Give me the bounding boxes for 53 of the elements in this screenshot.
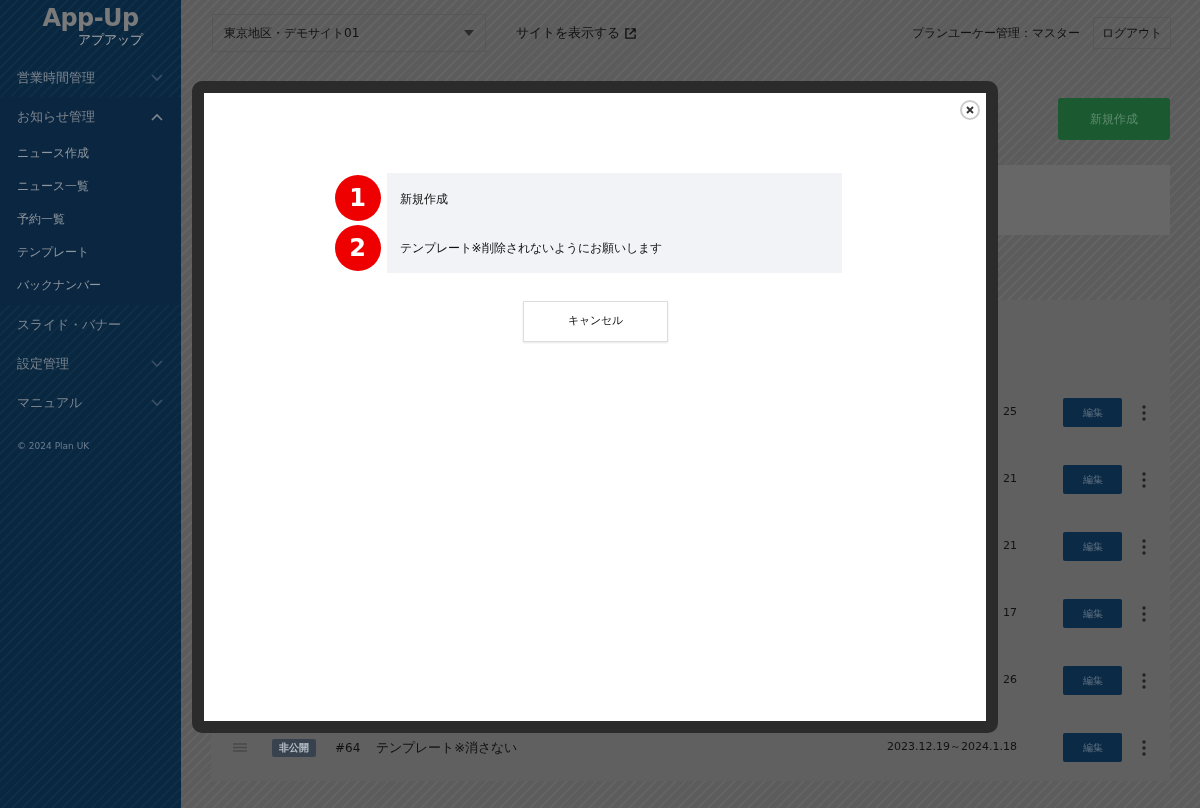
copyright: © 2024 Plan UK: [16, 440, 91, 454]
sidebar-item[interactable]: 営業時間管理: [0, 58, 181, 98]
caret-icon: [464, 30, 474, 36]
news-title: テンプレート※消さない: [376, 738, 518, 757]
date-range: 21: [1003, 471, 1017, 488]
logo-reading: アプアップ: [78, 32, 143, 49]
number-badge: 2: [334, 225, 381, 271]
date-range: 2023.12.19～2024.1.18: [887, 739, 1017, 756]
status-badge: 非公開: [272, 738, 316, 757]
sidebar-item[interactable]: お知らせ管理: [0, 97, 181, 137]
more-icon[interactable]: [1142, 672, 1146, 689]
more-icon[interactable]: [1142, 471, 1146, 488]
external-link-icon: [625, 27, 636, 39]
number-badge: 1: [334, 175, 381, 221]
cancel-button[interactable]: キャンセル: [522, 301, 668, 342]
sidebar-item[interactable]: マニュアル: [0, 383, 181, 423]
edit-button[interactable]: 編集: [1063, 398, 1122, 427]
news-number: #64: [335, 739, 361, 757]
close-button[interactable]: [960, 100, 980, 120]
date-range: 25: [1003, 404, 1017, 421]
sidebar-subitem[interactable]: ニュース一覧: [0, 169, 181, 203]
option-item[interactable]: 新規作成: [386, 173, 842, 223]
site-select[interactable]: 東京地区・デモサイト01: [212, 14, 486, 52]
edit-button[interactable]: 編集: [1063, 532, 1122, 561]
sidebar-subitem[interactable]: テンプレート: [0, 235, 181, 269]
edit-button[interactable]: 編集: [1063, 465, 1122, 494]
more-icon[interactable]: [1142, 739, 1146, 756]
chevron-down-icon: [151, 73, 163, 82]
more-icon[interactable]: [1142, 404, 1146, 421]
sidebar-item[interactable]: スライド・バナー: [0, 305, 181, 345]
chevron-down-icon: [151, 359, 163, 368]
sidebar-subitem[interactable]: ニュース作成: [0, 136, 181, 170]
sidebar-subitem[interactable]: バックナンバー: [0, 268, 181, 302]
edit-button[interactable]: 編集: [1063, 733, 1122, 762]
option-item[interactable]: テンプレート※削除されないようにお願いします: [386, 223, 842, 273]
date-range: 26: [1003, 672, 1017, 689]
more-icon[interactable]: [1142, 538, 1146, 555]
edit-button[interactable]: 編集: [1063, 666, 1122, 695]
edit-button[interactable]: 編集: [1063, 599, 1122, 628]
date-range: 21: [1003, 538, 1017, 555]
sidebar-subitem[interactable]: 予約一覧: [0, 202, 181, 236]
logout-button[interactable]: ログアウト: [1093, 17, 1171, 49]
new-button[interactable]: 新規作成: [1058, 98, 1170, 140]
more-icon[interactable]: [1142, 605, 1146, 622]
date-range: 17: [1003, 605, 1017, 622]
chevron-up-icon: [151, 112, 163, 121]
sidebar-item[interactable]: 設定管理: [0, 344, 181, 384]
chevron-down-icon: [151, 398, 163, 407]
user-label: プランユーケー管理：マスター: [912, 25, 1080, 42]
close-icon: [966, 106, 974, 114]
drag-handle-icon[interactable]: [233, 743, 247, 752]
view-site-link[interactable]: サイトを表示する: [516, 23, 636, 43]
logo: App-Up: [42, 6, 139, 30]
